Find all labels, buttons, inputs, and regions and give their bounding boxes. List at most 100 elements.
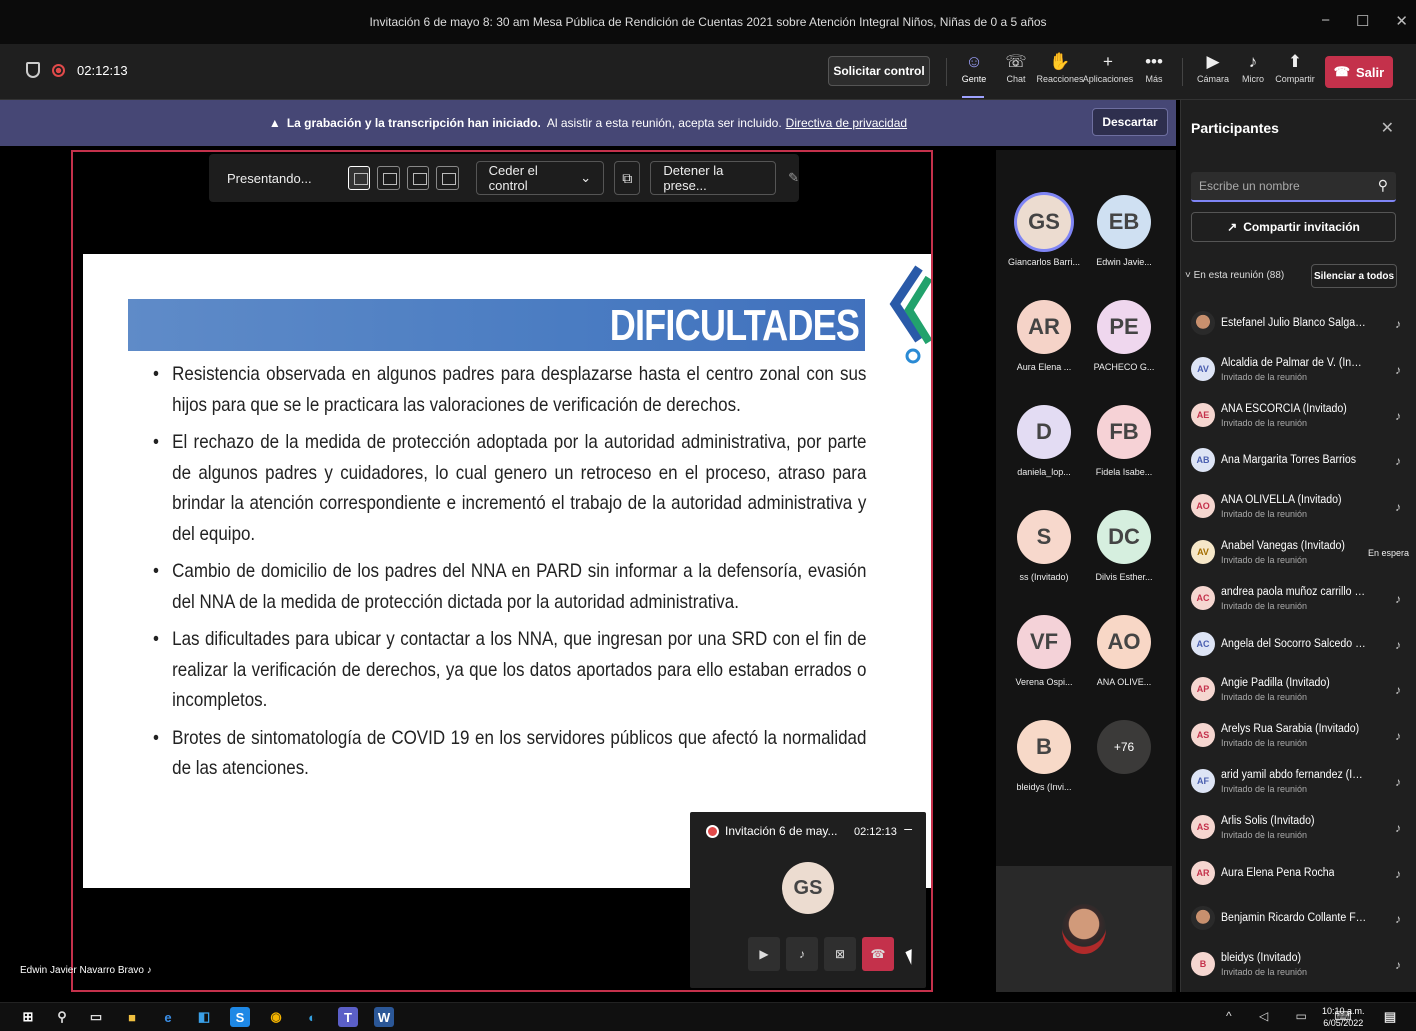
tile-name: bleidys (Invi...: [1016, 782, 1072, 792]
participant-row[interactable]: Estefanel Julio Blanco Salgado ♪: [1191, 305, 1401, 349]
notifications-icon[interactable]: ▤: [1380, 1007, 1400, 1027]
participant-row[interactable]: AV Anabel Vanegas (Invitado) Invitado de l…: [1191, 534, 1409, 578]
close-icon[interactable]: ✕: [1395, 12, 1408, 30]
mini-title: Invitación 6 de may...: [725, 824, 838, 838]
more-label: Más: [1145, 74, 1163, 84]
apps-button[interactable]: + Aplicaciones: [1083, 50, 1134, 84]
in-meeting-header[interactable]: ˅ En esta reunión (88): [1185, 270, 1284, 281]
participant-name: Anabel Vanegas (Invitado): [1221, 540, 1345, 552]
participant-row[interactable]: Bbleidys (Invitado) Invitado de la reunió…: [1191, 946, 1401, 990]
share-invite-button[interactable]: ↗ Compartir invitación: [1191, 212, 1396, 242]
gallery-tile[interactable]: DC Dilvis Esther...: [1084, 510, 1164, 582]
participant-row[interactable]: AS Arlis Solis (Invitado) Invitado de la r…: [1191, 809, 1401, 853]
avatar: AV: [1191, 356, 1215, 381]
edge-icon[interactable]: ◐: [302, 1007, 322, 1027]
layout-side-by-side-icon[interactable]: [406, 166, 430, 190]
gallery-tile[interactable]: GS Giancarlos Barri...: [1004, 195, 1084, 267]
layout-reporter-icon[interactable]: [436, 166, 459, 190]
search-input[interactable]: Escribe un nombre ⚲: [1191, 172, 1396, 202]
hang-up-icon[interactable]: ☎: [862, 937, 894, 971]
participant-row[interactable]: AC andrea paola muñoz carrillo (Inv... Inv…: [1191, 580, 1401, 624]
internet-explorer-icon[interactable]: e: [158, 1007, 178, 1027]
gallery-tile[interactable]: FB Fidela Isabe...: [1084, 405, 1164, 477]
participant-role: Invitado de la reunión: [1221, 829, 1308, 840]
more-button[interactable]: ••• Más: [1132, 50, 1176, 84]
participant-row[interactable]: AB Ana Margarita Torres Barrios ♪: [1191, 442, 1401, 486]
gallery-tile[interactable]: VF Verena Ospi...: [1004, 615, 1084, 687]
search-icon[interactable]: ⚲: [1378, 177, 1388, 194]
participant-role: Invitado de la reunión: [1221, 738, 1308, 749]
stop-share-icon[interactable]: ⊠: [824, 937, 856, 971]
participant-row[interactable]: AC Angela del Socorro Salcedo Cab... ♪: [1191, 626, 1401, 670]
avatar: AF: [1191, 769, 1215, 793]
task-view-icon[interactable]: ▭: [86, 1007, 106, 1027]
file-explorer-icon[interactable]: ■: [122, 1007, 142, 1027]
tile-name: Edwin Javie...: [1096, 257, 1152, 267]
gallery-tile[interactable]: EB Edwin Javie...: [1084, 195, 1164, 267]
avatar: AV: [1191, 540, 1215, 564]
gallery-tile[interactable]: PE PACHECO G...: [1084, 300, 1164, 372]
participant-name: andrea paola muñoz carrillo (Inv...: [1221, 585, 1367, 598]
skype-icon[interactable]: S: [230, 1007, 250, 1027]
participant-row[interactable]: AV Alcaldia de Palmar de V. (Invitado) Inv…: [1191, 351, 1401, 395]
self-video: [996, 866, 1172, 992]
mini-meeting-window[interactable]: Invitación 6 de may... 02:12:13 – GS ▶ ♪…: [690, 812, 926, 988]
bullet: Brotes de sintomatología de COVID 19 en …: [153, 723, 866, 784]
mic-off-icon: ♪: [1395, 729, 1401, 744]
participant-row[interactable]: AR Aura Elena Pena Rocha ♪: [1191, 855, 1401, 899]
give-control-button[interactable]: Ceder el control ⌄: [475, 161, 605, 195]
share-label: Compartir: [1275, 74, 1315, 84]
chat-button[interactable]: ☏ Chat: [994, 50, 1038, 84]
camera-label: Cámara: [1196, 74, 1229, 84]
pin-icon[interactable]: ✎: [788, 170, 799, 186]
minimize-icon[interactable]: –: [904, 820, 912, 836]
dismiss-button[interactable]: Descartar: [1092, 108, 1168, 136]
share-button[interactable]: ⬆ Compartir: [1273, 50, 1317, 84]
gallery-tile[interactable]: AO ANA OLIVE...: [1084, 615, 1164, 687]
leave-button[interactable]: ☎ Salir: [1325, 56, 1393, 88]
reactions-icon: ✋: [1049, 52, 1071, 71]
mic-off-icon[interactable]: ♪: [786, 937, 818, 971]
participant-row[interactable]: AP Angie Padilla (Invitado) Invitado de la…: [1191, 671, 1401, 715]
mic-off-icon: ♪: [1395, 454, 1401, 469]
avatar: GS: [782, 862, 834, 914]
camera-off-icon[interactable]: ▶: [748, 937, 780, 971]
clock[interactable]: 10:10 a.m. 6/05/2022: [1322, 1005, 1365, 1029]
meeting-timer: 02:12:13: [77, 62, 128, 78]
gallery-tile[interactable]: Bbleidys (Invi...: [1004, 720, 1084, 792]
chrome-icon[interactable]: ◉: [266, 1007, 286, 1027]
network-icon[interactable]: ◧: [194, 1007, 214, 1027]
include-audio-icon[interactable]: ⧉: [614, 161, 641, 195]
camera-button[interactable]: ▶ Cámara: [1191, 50, 1235, 84]
layout-content-only-icon[interactable]: [347, 166, 371, 190]
mic-off-icon: ♪: [1248, 52, 1258, 71]
teams-icon[interactable]: T: [338, 1007, 358, 1027]
layout-standout-icon[interactable]: [377, 166, 400, 190]
maximize-icon[interactable]: ☐: [1356, 12, 1369, 30]
gallery-tile[interactable]: AR Aura Elena ...: [1004, 300, 1084, 372]
mic-button[interactable]: ♪ Micro: [1231, 50, 1275, 84]
participant-row[interactable]: AF arid yamil abdo fernandez (Invit... Inv…: [1191, 763, 1401, 807]
participant-row[interactable]: Benjamin Ricardo Collante Fema... ♪: [1191, 900, 1401, 944]
participant-row[interactable]: AE ANA ESCORCIA (Invitado) Invitado de la …: [1191, 397, 1401, 441]
word-icon[interactable]: W: [374, 1007, 394, 1027]
people-button[interactable]: ☺ Gente: [952, 50, 996, 84]
search-icon[interactable]: ⚲: [52, 1007, 72, 1027]
mute-all-button[interactable]: Silenciar a todos: [1311, 264, 1397, 288]
participant-row[interactable]: AO ANA OLIVELLA (Invitado) Invitado de la …: [1191, 488, 1401, 532]
close-icon[interactable]: ✕: [1381, 118, 1394, 138]
avatar: VF: [1017, 615, 1071, 669]
participant-row[interactable]: AS Arelys Rua Sarabia (Invitado) Invitado …: [1191, 717, 1401, 761]
request-control-button[interactable]: Solicitar control: [828, 56, 930, 86]
participants-panel: Participantes ✕ Escribe un nombre ⚲ ↗ Comp…: [1180, 100, 1416, 992]
windows-start-icon[interactable]: ⊞: [18, 1007, 38, 1027]
minimize-icon[interactable]: −: [1321, 12, 1330, 30]
reactions-button[interactable]: ✋ Reacciones: [1036, 50, 1083, 84]
gallery-tile[interactable]: +76: [1084, 720, 1164, 782]
privacy-link[interactable]: Directiva de privacidad: [786, 116, 907, 130]
gallery-tile[interactable]: Ddaniela_lop...: [1004, 405, 1084, 477]
participant-role: Invitado de la reunión: [1221, 371, 1308, 382]
gallery-tile[interactable]: Sss (Invitado): [1004, 510, 1084, 582]
avatar: AR: [1191, 860, 1215, 885]
stop-presenting-button[interactable]: Detener la prese...: [650, 161, 777, 195]
